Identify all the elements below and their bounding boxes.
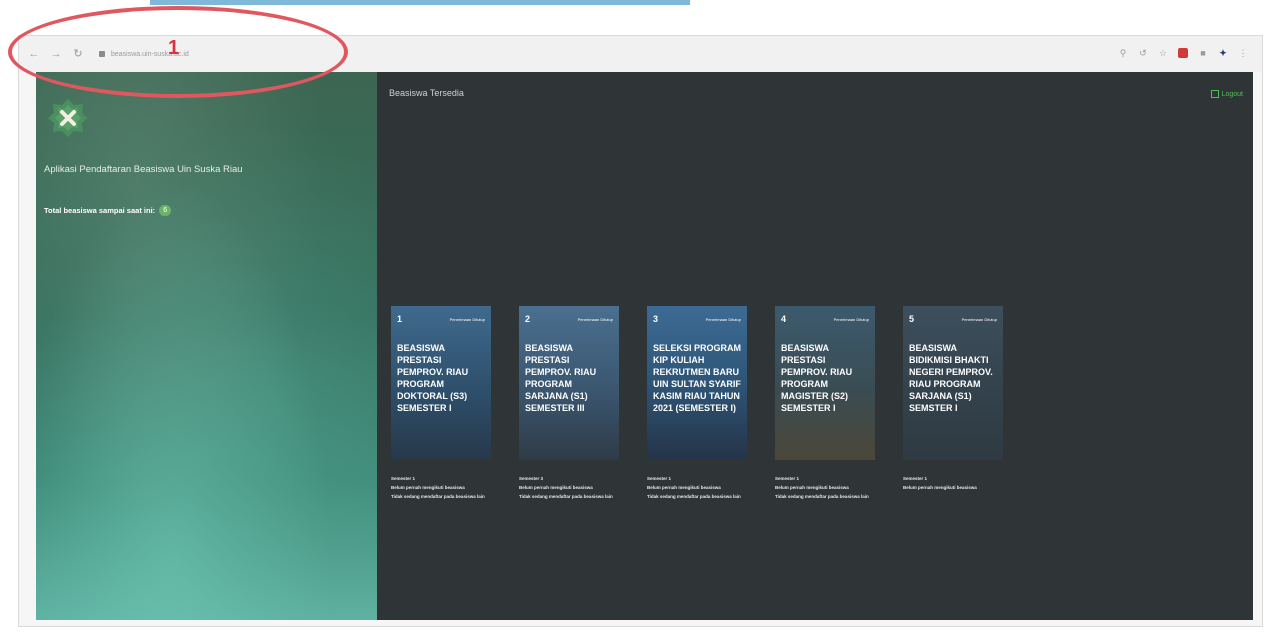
requirement-text: Semester 1 bbox=[903, 476, 928, 481]
card-banner[interactable]: 5 Penerimaan Ditutup BEASISWA BIDIKMISI … bbox=[903, 306, 1003, 460]
logout-label: Logout bbox=[1221, 90, 1243, 98]
card-title: SELEKSI PROGRAM KIP KULIAH REKRUTMEN BAR… bbox=[653, 343, 742, 413]
card-requirements: Semester 1 Belum pernah mengikuti beasis… bbox=[775, 474, 875, 501]
card-requirements: Semester 3 Belum pernah mengikuti beasis… bbox=[519, 474, 619, 501]
back-arrow-icon[interactable]: ← bbox=[27, 47, 41, 61]
uin-logo-icon bbox=[48, 99, 88, 137]
logout-button[interactable]: Logout bbox=[1210, 90, 1243, 98]
card-number: 4 bbox=[781, 314, 787, 324]
scholarship-card[interactable]: 5 Penerimaan Ditutup BEASISWA BIDIKMISI … bbox=[903, 306, 1003, 501]
card-number: 1 bbox=[397, 314, 403, 324]
card-number: 2 bbox=[525, 314, 531, 324]
card-banner[interactable]: 3 Penerimaan Ditutup SELEKSI PROGRAM KIP… bbox=[647, 306, 747, 460]
scholarship-card[interactable]: 4 Penerimaan Ditutup BEASISWA PRESTASI P… bbox=[775, 306, 875, 501]
page-title: Beasiswa Tersedia bbox=[389, 88, 464, 98]
requirement-text: Semester 1 bbox=[391, 476, 416, 481]
reload-icon[interactable]: ↻ bbox=[71, 47, 85, 61]
lock-icon bbox=[99, 51, 105, 57]
main-content: Beasiswa Tersedia Logout 1 Penerimaan Di… bbox=[377, 72, 1253, 620]
requirement-text: Belum pernah mengikuti beasiswa bbox=[647, 485, 721, 490]
card-number: 5 bbox=[909, 314, 915, 324]
forward-arrow-icon[interactable]: → bbox=[49, 47, 63, 61]
requirement-text: Tidak sedang mendaftar pada beasiswa lai… bbox=[391, 494, 485, 499]
card-status: Penerimaan Ditutup bbox=[833, 316, 869, 322]
card-status: Penerimaan Ditutup bbox=[577, 316, 613, 322]
annotation-number: 1 bbox=[168, 37, 180, 59]
card-requirements: Semester 1 Belum pernah mengikuti beasis… bbox=[391, 474, 491, 501]
requirement-text: Belum pernah mengikuti beasiswa bbox=[903, 485, 977, 490]
requirement-text: Tidak sedang mendaftar pada beasiswa lai… bbox=[647, 494, 741, 499]
puzzle-icon[interactable]: ✦ bbox=[1218, 48, 1228, 58]
card-requirements: Semester 1 Belum pernah mengikuti beasis… bbox=[647, 474, 747, 501]
total-scholarship-row: Total beasiswa sampai saat ini: 6 bbox=[44, 205, 172, 216]
scholarship-card-list: 1 Penerimaan Ditutup BEASISWA PRESTASI P… bbox=[391, 306, 1003, 501]
requirement-text: Tidak sedang mendaftar pada beasiswa lai… bbox=[775, 494, 869, 499]
total-count-badge: 6 bbox=[159, 205, 172, 216]
requirement-text: Tidak sedang mendaftar pada beasiswa lai… bbox=[519, 494, 613, 499]
logout-icon bbox=[1210, 90, 1219, 98]
card-number: 3 bbox=[653, 314, 659, 324]
requirement-text: Semester 1 bbox=[647, 476, 672, 481]
extension-icon[interactable]: ■ bbox=[1198, 48, 1208, 58]
total-label: Total beasiswa sampai saat ini: bbox=[44, 206, 156, 215]
requirement-text: Belum pernah mengikuti beasiswa bbox=[775, 485, 849, 490]
menu-dots-icon[interactable]: ⋮ bbox=[1238, 48, 1248, 58]
requirement-text: Semester 3 bbox=[519, 476, 544, 481]
scholarship-card[interactable]: 1 Penerimaan Ditutup BEASISWA PRESTASI P… bbox=[391, 306, 491, 501]
requirement-text: Semester 1 bbox=[775, 476, 800, 481]
app-title: Aplikasi Pendaftaran Beasiswa Uin Suska … bbox=[44, 164, 243, 175]
star-icon[interactable]: ☆ bbox=[1158, 48, 1168, 58]
card-title: BEASISWA PRESTASI PEMPROV. RIAU PROGRAM … bbox=[781, 343, 853, 413]
card-status: Penerimaan Ditutup bbox=[449, 316, 485, 322]
card-status: Penerimaan Ditutup bbox=[961, 316, 997, 322]
card-status: Penerimaan Ditutup bbox=[705, 316, 741, 322]
card-requirements: Semester 1 Belum pernah mengikuti beasis… bbox=[903, 474, 1003, 492]
top-decor-strip bbox=[150, 0, 690, 5]
key-icon[interactable]: ⚲ bbox=[1118, 48, 1128, 58]
card-banner[interactable]: 1 Penerimaan Ditutup BEASISWA PRESTASI P… bbox=[391, 306, 491, 460]
scholarship-card[interactable]: 3 Penerimaan Ditutup SELEKSI PROGRAM KIP… bbox=[647, 306, 747, 501]
requirement-text: Belum pernah mengikuti beasiswa bbox=[519, 485, 593, 490]
extension-red-icon[interactable] bbox=[1178, 48, 1188, 58]
card-title: BEASISWA BIDIKMISI BHAKTI NEGERI PEMPROV… bbox=[909, 343, 993, 413]
extension-icons: ⚲ ↺ ☆ ■ ✦ ⋮ bbox=[1118, 48, 1248, 58]
card-banner[interactable]: 2 Penerimaan Ditutup BEASISWA PRESTASI P… bbox=[519, 306, 619, 460]
app-viewport: Aplikasi Pendaftaran Beasiswa Uin Suska … bbox=[36, 72, 1253, 620]
sidebar: Aplikasi Pendaftaran Beasiswa Uin Suska … bbox=[36, 72, 377, 620]
browser-toolbar: ← → ↻ beasiswa.uin-suska.ac.id ⚲ ↺ ☆ ■ ✦… bbox=[19, 36, 1262, 72]
card-title: BEASISWA PRESTASI PEMPROV. RIAU PROGRAM … bbox=[397, 343, 469, 413]
share-icon[interactable]: ↺ bbox=[1138, 48, 1148, 58]
requirement-text: Belum pernah mengikuti beasiswa bbox=[391, 485, 465, 490]
scholarship-card[interactable]: 2 Penerimaan Ditutup BEASISWA PRESTASI P… bbox=[519, 306, 619, 501]
browser-window: ← → ↻ beasiswa.uin-suska.ac.id ⚲ ↺ ☆ ■ ✦… bbox=[18, 35, 1263, 627]
card-title: BEASISWA PRESTASI PEMPROV. RIAU PROGRAM … bbox=[525, 343, 597, 413]
card-banner[interactable]: 4 Penerimaan Ditutup BEASISWA PRESTASI P… bbox=[775, 306, 875, 460]
